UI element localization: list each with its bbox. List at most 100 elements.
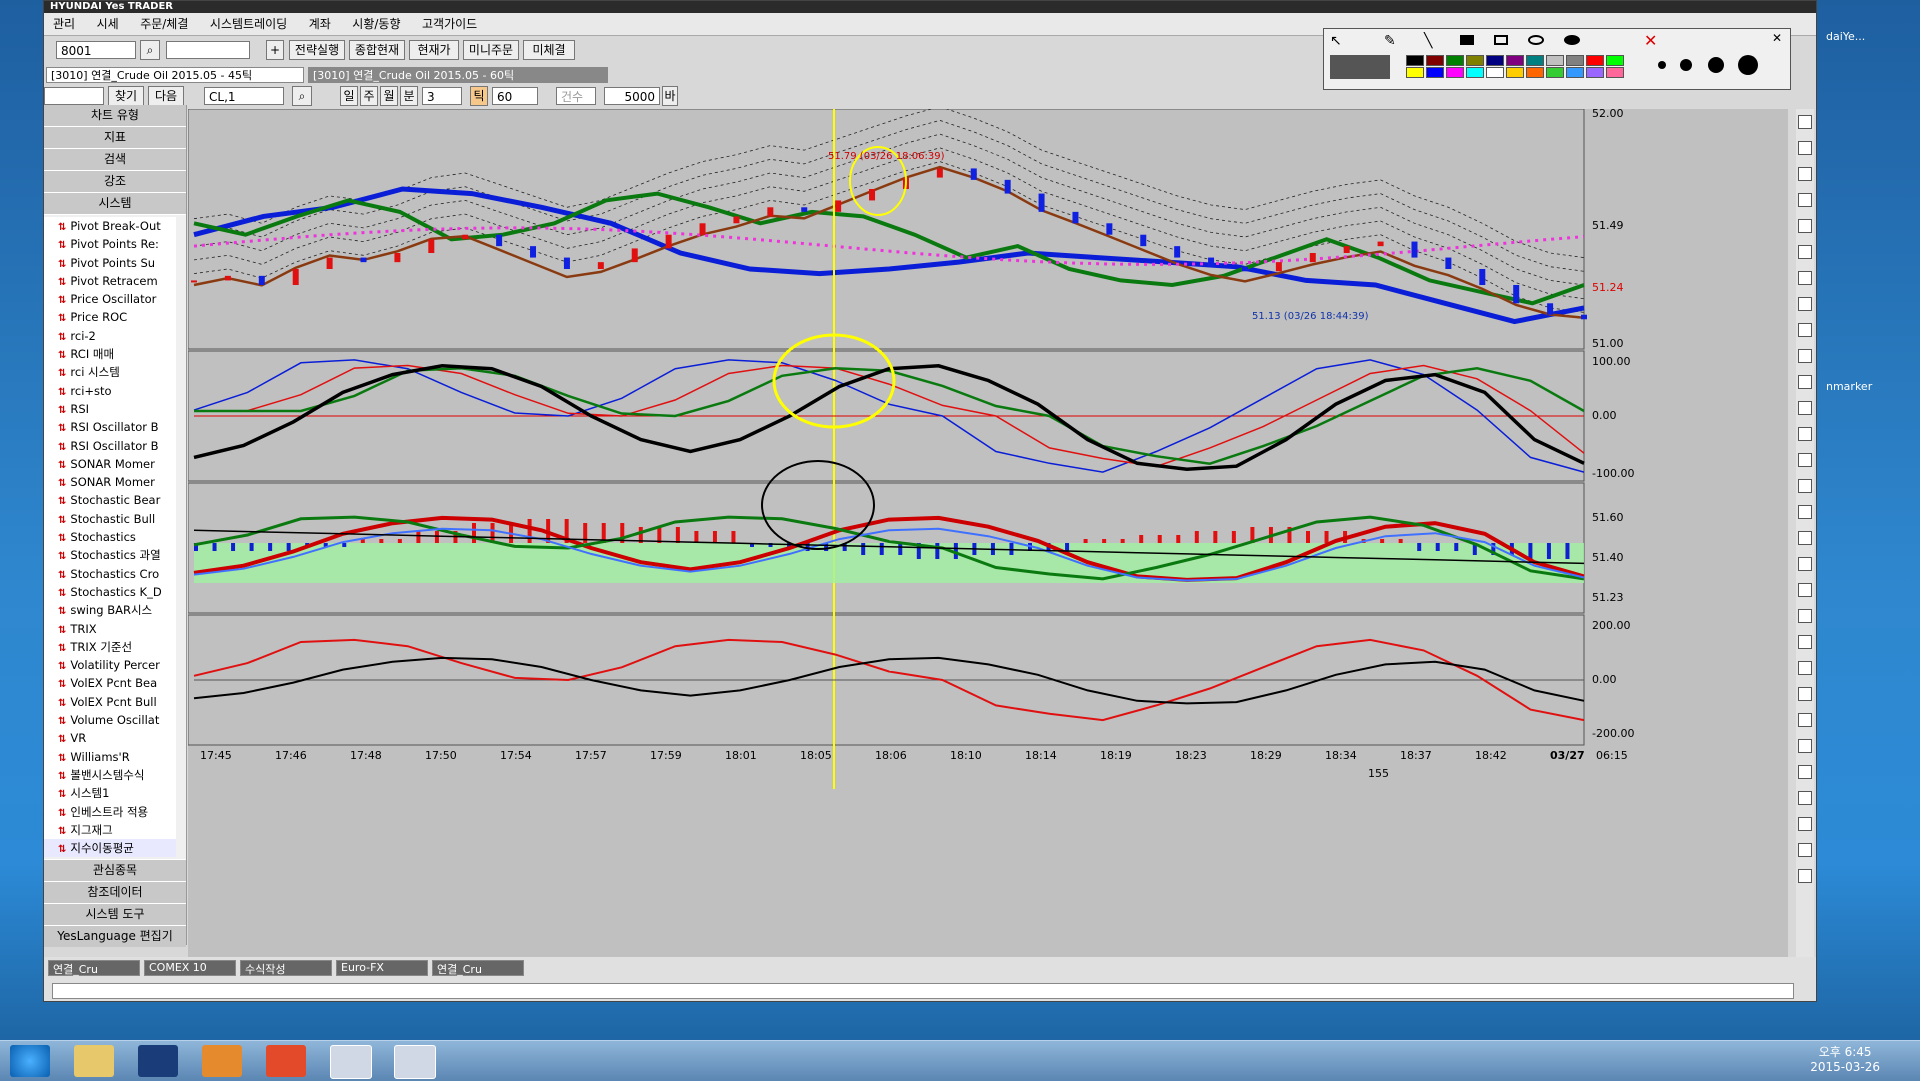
drawing-tool-icon[interactable] [1798, 869, 1812, 883]
color-swatch[interactable] [1606, 67, 1624, 78]
brush-size-4[interactable] [1738, 55, 1758, 75]
drawing-tool-icon[interactable] [1798, 739, 1812, 753]
minute-input[interactable]: 3 [422, 87, 462, 105]
color-swatch[interactable] [1486, 67, 1504, 78]
sidebar-chart-type[interactable]: 차트 유형 [44, 105, 186, 127]
system-list-item[interactable]: ⇅ Price ROC [44, 308, 176, 326]
menu-item[interactable]: 주문/체결 [131, 13, 197, 35]
app-icon[interactable] [266, 1045, 306, 1077]
sidebar-reference-data[interactable]: 참조데이터 [44, 881, 186, 903]
drawing-tool-icon[interactable] [1798, 531, 1812, 545]
color-swatch[interactable] [1546, 55, 1564, 66]
sidebar-yeslanguage-editor[interactable]: YesLanguage 편집기 [44, 925, 186, 947]
find-button[interactable]: 찾기 [108, 86, 144, 106]
folder-icon[interactable] [74, 1045, 114, 1077]
toolbar-button[interactable]: 전략실행 [289, 40, 345, 60]
system-list-item[interactable]: ⇅ VolEX Pcnt Bull [44, 693, 176, 711]
color-swatch[interactable] [1406, 55, 1424, 66]
clear-icon[interactable]: ✕ [1644, 31, 1657, 50]
menu-item[interactable]: 시황/동향 [343, 13, 409, 35]
filled-rect-icon[interactable] [1460, 35, 1474, 45]
toolbar-button[interactable]: 미체결 [523, 40, 575, 60]
sidebar-watchlist[interactable]: 관심종목 [44, 859, 186, 881]
system-list-item[interactable]: ⇅ Pivot Retracem [44, 272, 176, 290]
system-list-item[interactable]: ⇅ 시스템1 [44, 784, 176, 802]
system-list-item[interactable]: ⇅ Volume Oscillat [44, 711, 176, 729]
color-swatch[interactable] [1566, 67, 1584, 78]
drawing-tool-icon[interactable] [1798, 583, 1812, 597]
system-list-item[interactable]: ⇅ RSI [44, 400, 176, 418]
system-list-item[interactable]: ⇅ Stochastics Cro [44, 565, 176, 583]
color-swatch[interactable] [1526, 67, 1544, 78]
tab-chart-60[interactable]: [3010] 연결_Crude Oil 2015.05 - 60틱 [308, 67, 608, 83]
drawing-tool-icon[interactable] [1798, 635, 1812, 649]
system-list-item[interactable]: ⇅ TRIX 기준선 [44, 638, 176, 656]
drawing-tool-icon[interactable] [1798, 765, 1812, 779]
drawing-tool-icon[interactable] [1798, 453, 1812, 467]
drawing-tool-icon[interactable] [1798, 115, 1812, 129]
chart-area[interactable]: 52.00 51.49 51.24 51.00 51.79 (03/26 18:06:3… [187, 106, 1788, 959]
period-tick-button[interactable]: 틱 [470, 86, 488, 106]
count-input[interactable]: 5000 [604, 87, 660, 105]
drawing-tool-icon[interactable] [1798, 427, 1812, 441]
toolbar-button[interactable]: 현재가 [409, 40, 459, 60]
filled-ellipse-icon[interactable] [1564, 35, 1580, 45]
color-swatch[interactable] [1586, 55, 1604, 66]
system-list-item[interactable]: ⇅ Volatility Percer [44, 656, 176, 674]
color-swatch[interactable] [1466, 55, 1484, 66]
system-list-item[interactable]: ⇅ 인베스트라 적용 [44, 803, 176, 821]
color-swatch[interactable] [1446, 55, 1464, 66]
color-swatch[interactable] [1606, 55, 1624, 66]
color-swatch[interactable] [1406, 67, 1424, 78]
color-swatch[interactable] [1486, 55, 1504, 66]
system-list-item[interactable]: ⇅ rci+sto [44, 382, 176, 400]
system-list-item[interactable]: ⇅ Stochastics K_D [44, 583, 176, 601]
sidebar-system[interactable]: 시스템 [44, 193, 186, 215]
ie-icon[interactable] [10, 1045, 50, 1077]
toolbar-button[interactable]: 미니주문 [463, 40, 519, 60]
system-list-item[interactable]: ⇅ 지수이동평균 [44, 839, 176, 857]
system-list-item[interactable]: ⇅ rci 시스템 [44, 363, 176, 381]
sidebar-system-tools[interactable]: 시스템 도구 [44, 903, 186, 925]
add-button[interactable]: + [266, 40, 284, 60]
menu-item[interactable]: 관리 [44, 13, 84, 35]
desktop-icon-label[interactable]: nmarker [1826, 380, 1872, 393]
period-day-button[interactable]: 일 [340, 86, 358, 106]
bottom-tab[interactable]: COMEX 10 [144, 960, 236, 976]
color-swatches[interactable] [1406, 55, 1636, 79]
clock[interactable]: 오후 6:45 2015-03-26 [1810, 1045, 1880, 1075]
desktop-icon-label[interactable]: daiYe... [1826, 30, 1865, 43]
search-icon[interactable]: ⌕ [292, 86, 312, 106]
brush-size-3[interactable] [1708, 57, 1724, 73]
system-list-item[interactable]: ⇅ Stochastic Bull [44, 510, 176, 528]
system-list-item[interactable]: ⇅ TRIX [44, 620, 176, 638]
period-month-button[interactable]: 월 [380, 86, 398, 106]
color-swatch[interactable] [1426, 67, 1444, 78]
save-disk-icon[interactable] [138, 1045, 178, 1077]
drawing-tool-icon[interactable] [1798, 375, 1812, 389]
bottom-tab[interactable]: 연결_Cru [432, 960, 524, 976]
toolbar-button[interactable]: 종합현재 [349, 40, 405, 60]
search-icon[interactable]: ⌕ [140, 40, 160, 60]
drawing-tool-icon[interactable] [1798, 297, 1812, 311]
system-list-item[interactable]: ⇅ Stochastics [44, 528, 176, 546]
bottom-tab[interactable]: 연결_Cru [48, 960, 140, 976]
system-list-item[interactable]: ⇅ SONAR Momer [44, 455, 176, 473]
drawing-tool-icon[interactable] [1798, 245, 1812, 259]
drawing-tool-icon[interactable] [1798, 843, 1812, 857]
brush-size-2[interactable] [1680, 59, 1692, 71]
color-swatch[interactable] [1546, 67, 1564, 78]
drawing-tool-icon[interactable] [1798, 141, 1812, 155]
menu-item[interactable]: 시스템트레이딩 [201, 13, 296, 35]
ellipse-icon[interactable] [1528, 35, 1544, 45]
system-list-item[interactable]: ⇅ RSI Oscillator B [44, 418, 176, 436]
period-minute-button[interactable]: 분 [400, 86, 418, 106]
bottom-tab[interactable]: Euro-FX [336, 960, 428, 976]
menu-item[interactable]: 고객가이드 [413, 13, 486, 35]
code-input[interactable] [166, 41, 250, 59]
paint-tool-icon[interactable] [394, 1045, 436, 1079]
rect-icon[interactable] [1494, 35, 1508, 45]
tick-input[interactable]: 60 [492, 87, 538, 105]
drawing-tool-icon[interactable] [1798, 713, 1812, 727]
close-icon[interactable]: ✕ [1772, 31, 1782, 45]
